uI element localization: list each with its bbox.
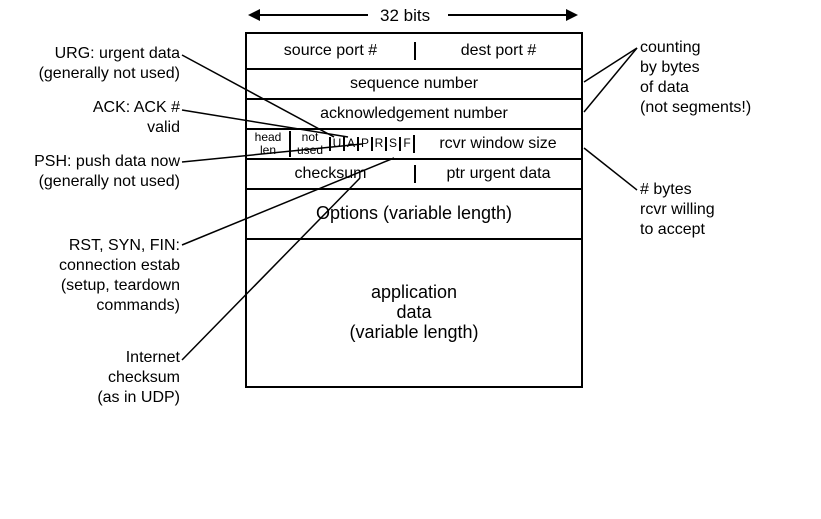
field-ack-number: acknowledgement number xyxy=(247,105,581,123)
app-data-line1: application xyxy=(371,283,457,303)
rsf-line4: commands) xyxy=(96,297,180,314)
row-ack: acknowledgement number xyxy=(247,98,581,128)
psh-line2: (generally not used) xyxy=(39,173,180,190)
row-sequence: sequence number xyxy=(247,68,581,98)
row-flags: head len not used U A P R S F rcvr windo… xyxy=(247,128,581,158)
count-line3: of data xyxy=(640,79,689,96)
field-app-data: application data (variable length) xyxy=(247,283,581,342)
count-line2: by bytes xyxy=(640,59,700,76)
flag-psh: P xyxy=(357,137,371,150)
annotation-ack-valid: ACK: ACK # valid xyxy=(70,98,180,138)
head-len-line2: len xyxy=(260,144,276,157)
field-dest-port: dest port # xyxy=(414,42,581,60)
win-line1: # bytes xyxy=(640,181,692,198)
tcp-header-diagram: source port # dest port # sequence numbe… xyxy=(245,32,583,388)
flag-syn: S xyxy=(385,137,399,150)
row-checksum: checksum ptr urgent data xyxy=(247,158,581,188)
app-data-line3: (variable length) xyxy=(349,323,478,343)
row-options: Options (variable length) xyxy=(247,188,581,238)
flag-urg: U xyxy=(329,137,343,150)
rsf-line1: RST, SYN, FIN: xyxy=(69,237,180,254)
field-sequence-number: sequence number xyxy=(247,75,581,93)
field-not-used: not used xyxy=(289,131,329,157)
arrow-right xyxy=(448,14,568,16)
not-used-line2: used xyxy=(297,144,323,157)
flag-rst: R xyxy=(371,137,385,150)
annotation-internet-checksum: Internet checksum (as in UDP) xyxy=(80,348,180,408)
arrow-left xyxy=(258,14,368,16)
ackv-line1: ACK: ACK # xyxy=(93,99,180,116)
row-app-data: application data (variable length) xyxy=(247,238,581,386)
win-line3: to accept xyxy=(640,221,705,238)
flag-ack: A xyxy=(343,137,357,150)
row-ports: source port # dest port # xyxy=(247,34,581,68)
annotation-rst-syn-fin: RST, SYN, FIN: connection estab (setup, … xyxy=(40,236,180,316)
annotation-window-bytes: # bytes rcvr willing to accept xyxy=(640,180,810,240)
field-source-port: source port # xyxy=(247,42,414,60)
urg-line2: (generally not used) xyxy=(39,65,180,82)
rsf-line3: (setup, teardown xyxy=(61,277,180,294)
annotation-urg: URG: urgent data (generally not used) xyxy=(10,44,180,84)
urg-line1: URG: urgent data xyxy=(55,45,180,62)
rsf-line2: connection estab xyxy=(59,257,180,274)
field-checksum: checksum xyxy=(247,165,414,183)
ackv-line2: valid xyxy=(147,119,180,136)
ick-line1: Internet xyxy=(126,349,180,366)
app-data-line2: data xyxy=(396,303,431,323)
annotation-counting-bytes: counting by bytes of data (not segments!… xyxy=(640,38,810,118)
ick-line3: (as in UDP) xyxy=(97,389,180,406)
psh-line1: PSH: push data now xyxy=(34,153,180,170)
field-rcvr-window: rcvr window size xyxy=(413,135,581,153)
ick-line2: checksum xyxy=(108,369,180,386)
annotation-psh: PSH: push data now (generally not used) xyxy=(10,152,180,192)
field-head-len: head len xyxy=(247,131,289,157)
win-line2: rcvr willing xyxy=(640,201,715,218)
field-options: Options (variable length) xyxy=(247,204,581,224)
flag-fin: F xyxy=(399,137,413,150)
count-line1: counting xyxy=(640,39,701,56)
count-line4: (not segments!) xyxy=(640,99,751,116)
bits-width-label: 32 bits xyxy=(380,6,430,26)
field-ptr-urgent: ptr urgent data xyxy=(414,165,581,183)
